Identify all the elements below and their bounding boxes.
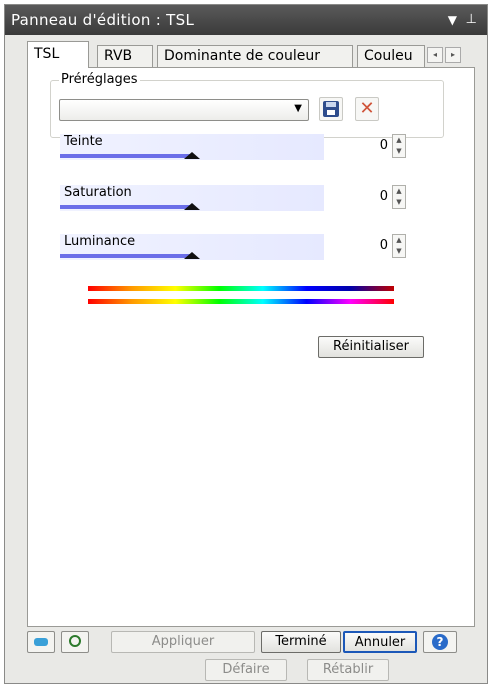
apply-button[interactable]: Appliquer: [111, 631, 255, 653]
proof-toggle-button[interactable]: [61, 631, 89, 653]
presets-label: Préréglages: [59, 72, 140, 87]
tab-rvb[interactable]: RVB: [97, 45, 153, 67]
presets-group: Préréglages ▼ ✕: [50, 72, 444, 138]
slider-thumb[interactable]: [184, 152, 200, 159]
tab-scroll-right-button[interactable]: ▸: [445, 47, 461, 63]
slider-saturation: Saturation 0 ▲ ▼: [50, 185, 442, 211]
spin-up-icon[interactable]: ▲: [393, 186, 405, 197]
spin-down-icon[interactable]: ▼: [393, 197, 405, 208]
tab-scroll-left-button[interactable]: ◂: [427, 47, 443, 63]
red-x-icon: ✕: [359, 98, 375, 119]
preview-toggle-button[interactable]: [27, 631, 55, 653]
presets-dropdown[interactable]: ▼: [59, 99, 309, 121]
slider-fill: [60, 254, 192, 258]
redo-button[interactable]: Rétablir: [307, 659, 389, 681]
slider-value[interactable]: 0: [350, 138, 388, 153]
slider-thumb[interactable]: [184, 252, 200, 259]
tsl-panel: Préréglages ▼ ✕ Teinte 0 ▲ ▼ Saturation …: [27, 67, 475, 627]
undo-toolbar: Défaire Rétablir: [5, 659, 489, 683]
help-icon: ?: [432, 634, 448, 650]
undo-button[interactable]: Défaire: [205, 659, 287, 681]
tab-couleur[interactable]: Couleu: [357, 45, 425, 67]
save-preset-button[interactable]: [319, 97, 343, 121]
spin-up-icon[interactable]: ▲: [393, 135, 405, 146]
help-button[interactable]: ?: [423, 631, 457, 653]
delete-preset-button[interactable]: ✕: [355, 97, 379, 121]
spin-down-icon[interactable]: ▼: [393, 146, 405, 157]
slider-fill: [60, 205, 192, 209]
tab-label: RVB: [104, 48, 133, 64]
chevron-down-icon: ▼: [294, 103, 302, 114]
spin-up-icon[interactable]: ▲: [393, 235, 405, 246]
slider-label: Luminance: [64, 234, 136, 249]
proof-icon: [69, 635, 81, 647]
tab-strip: TSL RVB Dominante de couleur Couleu ◂ ▸: [27, 41, 475, 68]
cancel-button[interactable]: Annuler: [343, 631, 417, 653]
title-bar[interactable]: Panneau d'édition : TSL ▼ ⊥: [5, 5, 487, 35]
preview-icon: [34, 638, 48, 646]
panel-menu-icon[interactable]: ▼: [448, 5, 457, 35]
slider-label: Saturation: [64, 185, 132, 200]
bottom-toolbar: Appliquer Terminé Annuler ?: [27, 631, 475, 655]
tab-label: TSL: [34, 46, 60, 62]
pin-icon[interactable]: ⊥: [466, 5, 477, 35]
slider-label: Teinte: [64, 134, 103, 149]
spin-buttons[interactable]: ▲ ▼: [392, 134, 406, 158]
tab-label: Dominante de couleur: [164, 48, 320, 64]
hue-spectrum-original: [88, 286, 394, 291]
spin-buttons[interactable]: ▲ ▼: [392, 234, 406, 258]
slider-value[interactable]: 0: [350, 189, 388, 204]
done-button[interactable]: Terminé: [261, 631, 341, 653]
slider-teinte: Teinte 0 ▲ ▼: [50, 134, 442, 160]
slider-thumb[interactable]: [184, 203, 200, 210]
tab-dominante-couleur[interactable]: Dominante de couleur: [157, 45, 353, 67]
reset-button[interactable]: Réinitialiser: [318, 336, 424, 358]
floppy-disk-icon: [323, 101, 339, 117]
slider-value[interactable]: 0: [350, 238, 388, 253]
slider-fill: [60, 154, 192, 158]
tab-label: Couleu: [364, 48, 413, 64]
tab-tsl[interactable]: TSL: [27, 41, 89, 68]
spin-down-icon[interactable]: ▼: [393, 246, 405, 257]
spin-buttons[interactable]: ▲ ▼: [392, 185, 406, 209]
edit-panel-window: Panneau d'édition : TSL ▼ ⊥ TSL RVB Domi…: [4, 4, 488, 684]
hue-spectrum-adjusted: [88, 299, 394, 304]
window-title: Panneau d'édition : TSL: [11, 11, 195, 29]
slider-luminance: Luminance 0 ▲ ▼: [50, 234, 442, 260]
